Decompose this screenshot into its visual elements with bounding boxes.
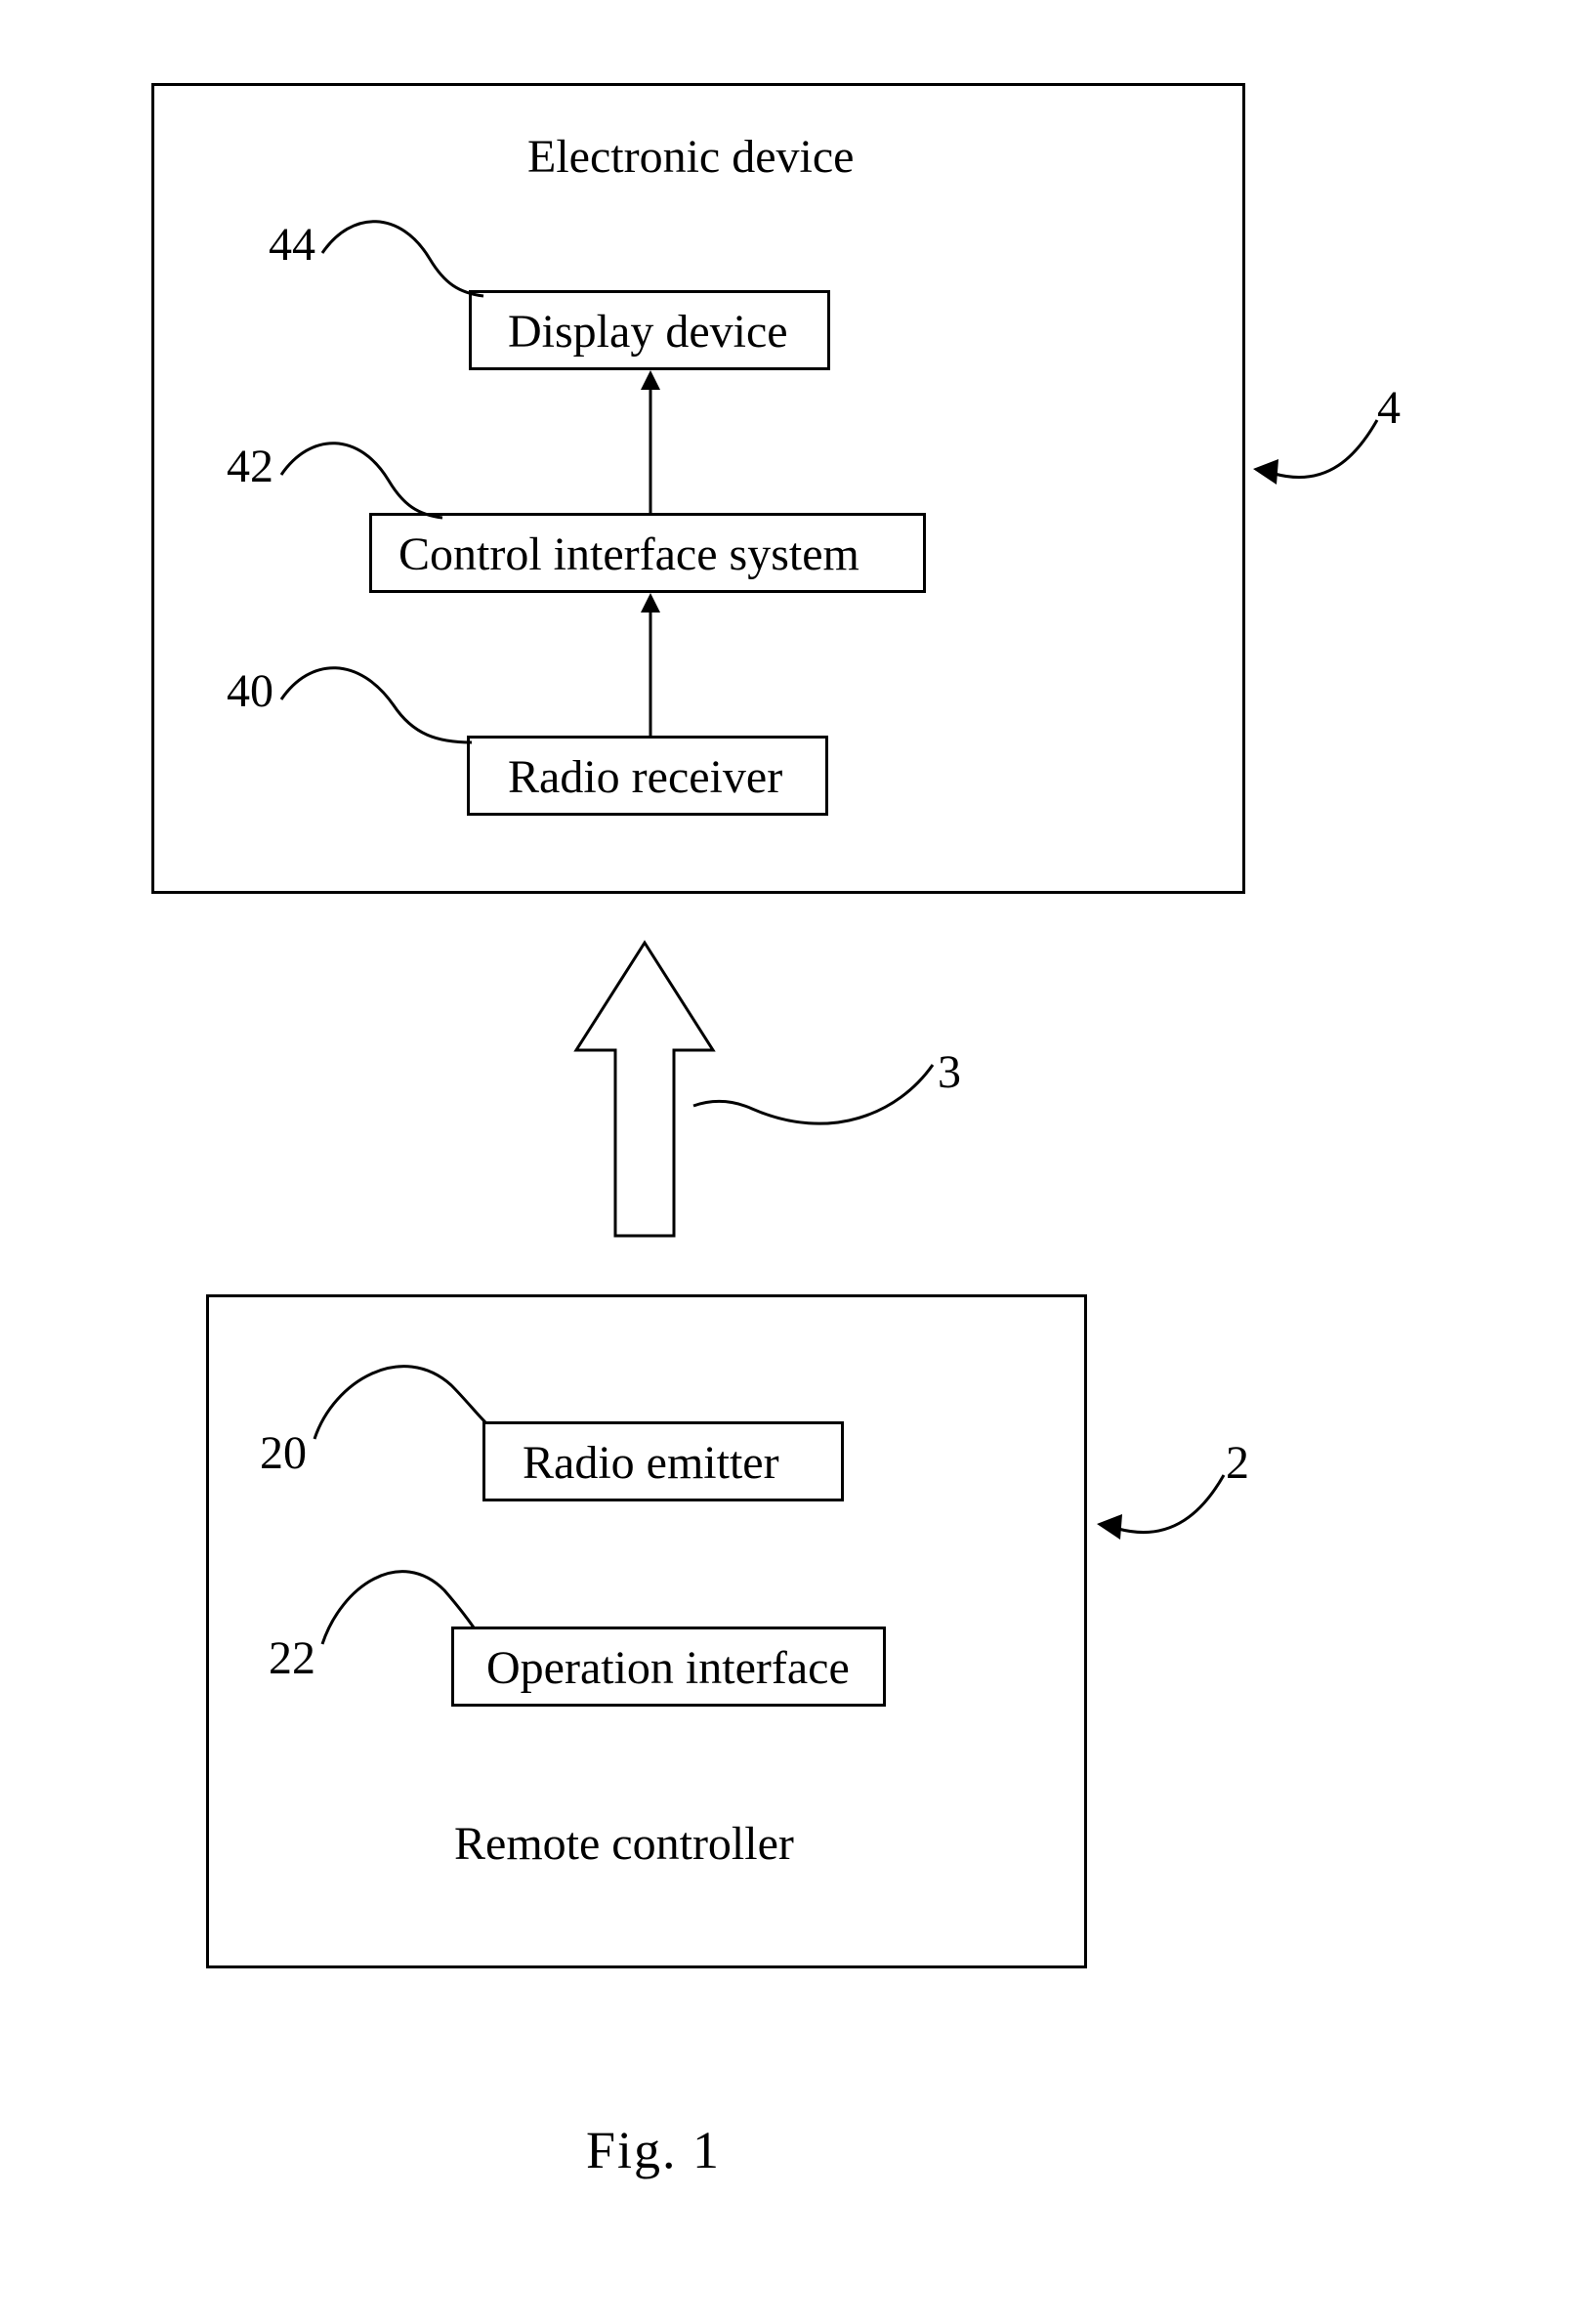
control-interface-system-label: Control interface system [398, 528, 859, 581]
radio-receiver-label: Radio receiver [508, 750, 782, 804]
ref-22: 22 [269, 1631, 315, 1685]
radio-emitter-label: Radio emitter [523, 1436, 779, 1490]
figure-caption: Fig. 1 [586, 2120, 721, 2180]
ref-3: 3 [938, 1045, 961, 1099]
lead-22 [322, 1561, 479, 1649]
ref-40: 40 [227, 664, 273, 718]
operation-interface-label: Operation interface [486, 1641, 850, 1695]
electronic-device-title: Electronic device [527, 130, 854, 184]
lead-40 [281, 666, 477, 754]
lead-2 [1087, 1475, 1229, 1563]
lead-4 [1245, 420, 1382, 508]
remote-controller-title: Remote controller [454, 1817, 794, 1871]
ref-2: 2 [1226, 1436, 1249, 1490]
lead-20 [314, 1356, 490, 1444]
lead-3 [693, 1065, 938, 1143]
lead-44 [322, 220, 488, 308]
display-device-label: Display device [508, 305, 788, 359]
ref-44: 44 [269, 218, 315, 272]
ref-20: 20 [260, 1426, 307, 1480]
arrow-ctrl-to-display [641, 370, 660, 513]
arrow-recv-to-ctrl [641, 593, 660, 736]
lead-42 [281, 442, 447, 529]
ref-42: 42 [227, 440, 273, 493]
figure-page: Electronic device Display device Control… [0, 0, 1592, 2324]
